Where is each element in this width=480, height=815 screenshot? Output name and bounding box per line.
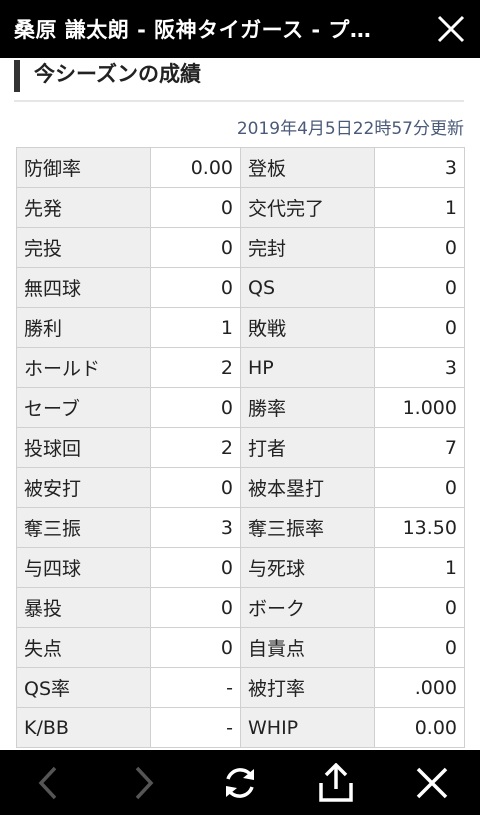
stat-value: 1.000: [374, 387, 465, 428]
stat-label: 防御率: [16, 147, 151, 188]
stat-value: 3: [374, 347, 465, 388]
stat-label: 勝利: [16, 307, 151, 348]
stat-value: .000: [374, 667, 465, 708]
stat-value: -: [150, 707, 241, 748]
table-row: 暴投 0 ボーク 0: [16, 587, 465, 628]
stat-label: 完封: [240, 227, 375, 268]
stat-value: 13.50: [374, 507, 465, 548]
forward-button[interactable]: [114, 753, 174, 813]
table-row: ホールド 2 HP 3: [16, 347, 465, 388]
stat-label: 先発: [16, 187, 151, 228]
stat-label: 与死球: [240, 547, 375, 588]
stat-label: 登板: [240, 147, 375, 188]
stat-label: ボーク: [240, 587, 375, 628]
table-row: 防御率 0.00 登板 3: [16, 147, 465, 188]
table-row: 与四球 0 与死球 1: [16, 547, 465, 588]
title-bar: 桑原 謙太朗 - 阪神タイガース - プ…: [0, 0, 480, 58]
back-button[interactable]: [18, 753, 78, 813]
stat-label: QS: [240, 267, 375, 308]
stat-label: 奪三振率: [240, 507, 375, 548]
share-button[interactable]: [306, 753, 366, 813]
stat-value: 2: [150, 427, 241, 468]
table-row: 完投 0 完封 0: [16, 227, 465, 268]
stat-label: 完投: [16, 227, 151, 268]
stat-label: 奪三振: [16, 507, 151, 548]
stat-label: 投球回: [16, 427, 151, 468]
close-icon: [437, 15, 465, 43]
close-icon: [416, 767, 448, 798]
page-title: 桑原 謙太朗 - 阪神タイガース - プ…: [14, 18, 372, 42]
table-row: 先発 0 交代完了 1: [16, 187, 465, 228]
stats-table: 防御率 0.00 登板 3 先発 0 交代完了 1 完投 0 完封 0 無四球 0 QS 0 勝利 1 敗戦…: [16, 147, 465, 748]
stat-label: 交代完了: [240, 187, 375, 228]
stat-value: 0: [374, 307, 465, 348]
stat-value: 0: [374, 467, 465, 508]
stat-label: 勝率: [240, 387, 375, 428]
stat-value: 7: [374, 427, 465, 468]
table-row: 失点 0 自責点 0: [16, 627, 465, 668]
close-button[interactable]: [422, 0, 480, 58]
stat-value: 0: [374, 227, 465, 268]
stat-label: HP: [240, 347, 375, 388]
stat-label: K/BB: [16, 707, 151, 748]
stat-value: 3: [150, 507, 241, 548]
stat-value: 1: [374, 187, 465, 228]
stat-label: 失点: [16, 627, 151, 668]
stat-value: 0: [150, 547, 241, 588]
share-icon: [319, 762, 353, 802]
stat-value: 0: [150, 387, 241, 428]
stat-value: 0.00: [374, 707, 465, 748]
stat-value: 0: [150, 267, 241, 308]
back-arrow-icon: [38, 766, 57, 799]
table-row: QS率 - 被打率 .000: [16, 667, 465, 708]
stat-label: WHIP: [240, 707, 375, 748]
stat-label: QS率: [16, 667, 151, 708]
stat-value: 0: [374, 627, 465, 668]
updated-timestamp: 2019年4月5日22時57分更新: [236, 119, 464, 139]
table-row: セーブ 0 勝率 1.000: [16, 387, 465, 428]
stat-label: 無四球: [16, 267, 151, 308]
stat-value: 0: [150, 187, 241, 228]
stat-label: 敗戦: [240, 307, 375, 348]
stat-value: 3: [374, 147, 465, 188]
table-row: K/BB - WHIP 0.00: [16, 707, 465, 748]
table-row: 勝利 1 敗戦 0: [16, 307, 465, 348]
stat-value: 0.00: [150, 147, 241, 188]
table-row: 奪三振 3 奪三振率 13.50: [16, 507, 465, 548]
stat-label: 被打率: [240, 667, 375, 708]
stat-value: 0: [150, 627, 241, 668]
stat-value: 2: [150, 347, 241, 388]
stat-label: 自責点: [240, 627, 375, 668]
stat-value: -: [150, 667, 241, 708]
stat-value: 1: [374, 547, 465, 588]
stat-value: 0: [374, 267, 465, 308]
stat-value: 0: [150, 227, 241, 268]
stat-label: セーブ: [16, 387, 151, 428]
stat-value: 1: [150, 307, 241, 348]
bottom-toolbar: [0, 750, 480, 815]
reload-button[interactable]: [210, 753, 270, 813]
table-row: 無四球 0 QS 0: [16, 267, 465, 308]
section-heading: 今シーズンの成績: [14, 60, 464, 92]
stat-label: 打者: [240, 427, 375, 468]
reload-icon: [226, 767, 254, 798]
stat-label: 被安打: [16, 467, 151, 508]
section-divider: [14, 100, 464, 102]
stat-label: 与四球: [16, 547, 151, 588]
close-tab-button[interactable]: [402, 753, 462, 813]
stat-label: ホールド: [16, 347, 151, 388]
forward-arrow-icon: [135, 766, 154, 799]
stat-label: 被本塁打: [240, 467, 375, 508]
stat-value: 0: [150, 467, 241, 508]
stat-value: 0: [150, 587, 241, 628]
table-row: 被安打 0 被本塁打 0: [16, 467, 465, 508]
table-row: 投球回 2 打者 7: [16, 427, 465, 468]
stat-label: 暴投: [16, 587, 151, 628]
stat-value: 0: [374, 587, 465, 628]
